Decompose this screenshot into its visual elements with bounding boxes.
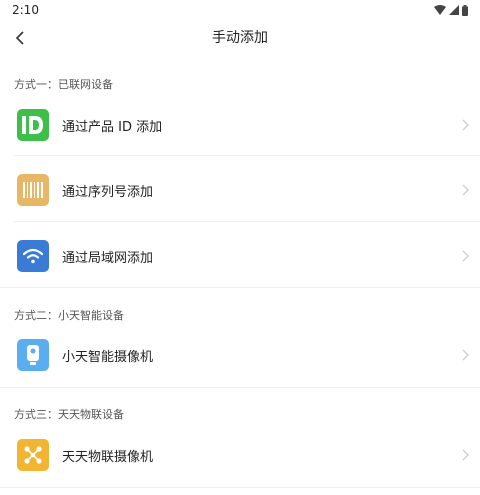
battery-icon: [462, 4, 468, 16]
wifi-icon: [17, 240, 49, 272]
network-nodes-icon: [17, 439, 49, 471]
chevron-right-icon: [460, 183, 470, 197]
camera-icon: [17, 339, 49, 371]
chevron-right-icon: [460, 348, 470, 362]
row-label: 小天智能摄像机: [62, 349, 154, 365]
add-by-lan-row[interactable]: 通过局域网添加: [0, 225, 480, 287]
add-by-product-id-row[interactable]: 通过产品 ID 添加: [0, 94, 480, 156]
status-bar: 2:10: [0, 0, 480, 20]
row-label: 通过序列号添加: [62, 184, 154, 200]
title-bar: 手动添加: [0, 20, 480, 56]
status-time: 2:10: [12, 3, 39, 17]
xiaotian-camera-row[interactable]: 小天智能摄像机: [0, 324, 480, 386]
chevron-right-icon: [460, 118, 470, 132]
barcode-icon: [17, 174, 49, 206]
section-heading-xiaotian: 方式二：小天智能设备: [14, 309, 124, 322]
wifi-signal-icon: [434, 5, 446, 15]
cell-signal-icon: [449, 5, 459, 15]
section-heading-tiantian: 方式三：天天物联设备: [14, 408, 124, 421]
row-label: 天天物联摄像机: [62, 449, 154, 465]
divider: [14, 221, 480, 222]
section-heading-networked: 方式一：已联网设备: [14, 78, 113, 91]
add-by-serial-row[interactable]: 通过序列号添加: [0, 159, 480, 221]
row-label: 通过局域网添加: [62, 250, 154, 266]
divider: [0, 487, 480, 488]
row-label: 通过产品 ID 添加: [62, 119, 163, 135]
divider: [0, 287, 480, 288]
chevron-right-icon: [460, 448, 470, 462]
divider: [0, 387, 480, 388]
divider: [14, 155, 480, 156]
chevron-right-icon: [460, 249, 470, 263]
id-icon: [17, 109, 49, 141]
page-title: 手动添加: [212, 30, 268, 46]
tiantian-camera-row[interactable]: 天天物联摄像机: [0, 424, 480, 486]
status-icons: [434, 4, 468, 16]
